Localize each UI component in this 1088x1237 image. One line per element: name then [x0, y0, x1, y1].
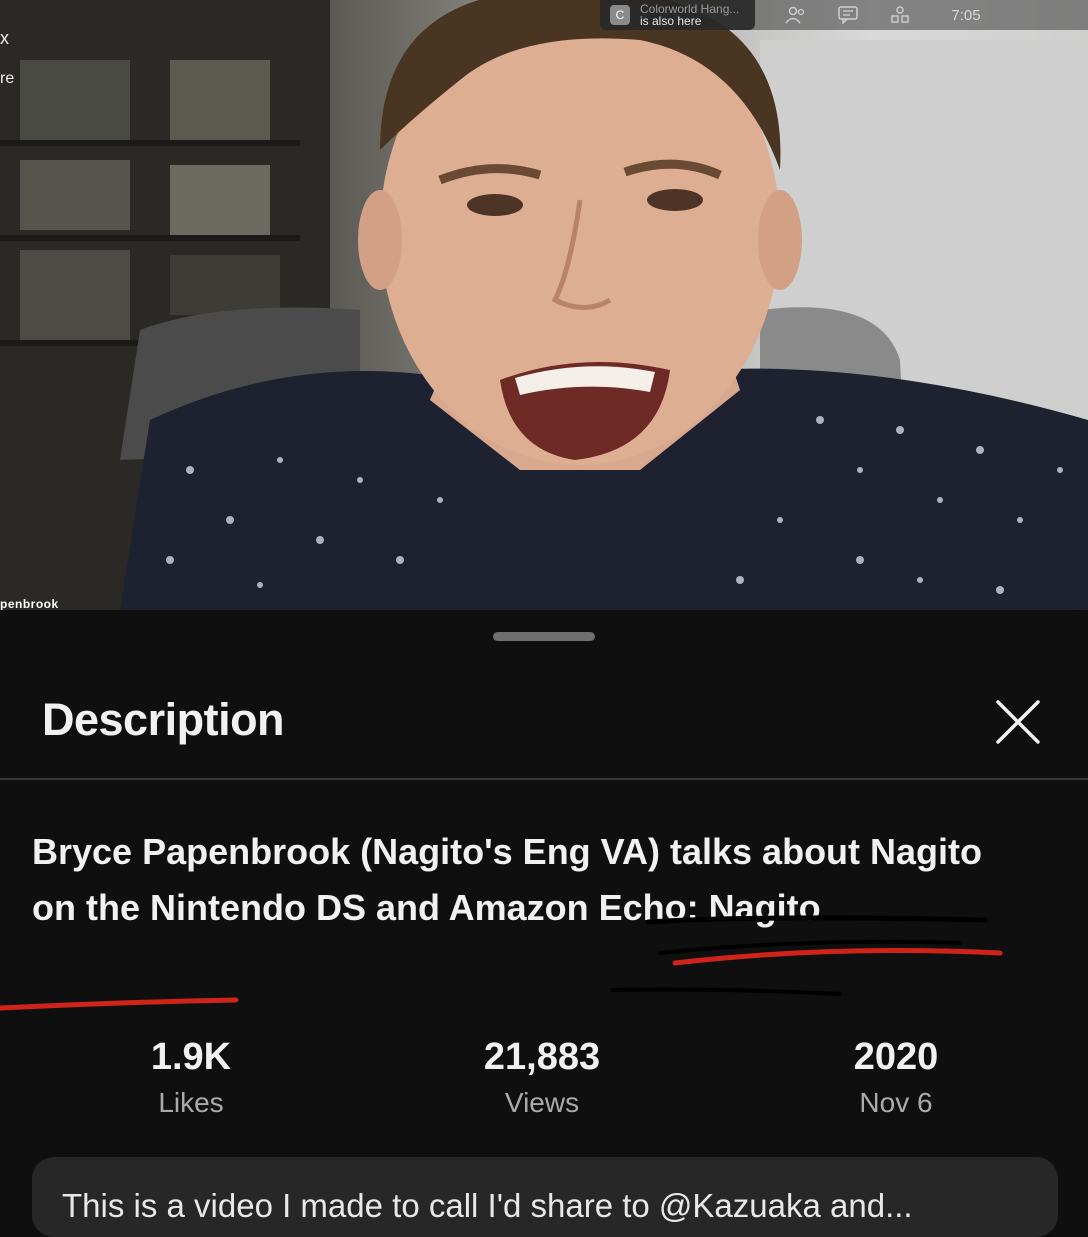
participants-icon[interactable]: [785, 6, 807, 24]
views-count: 21,883: [483, 1036, 601, 1078]
likes-label: Likes: [158, 1087, 224, 1118]
description-body-text: This is a video I made to call I'd share…: [62, 1187, 913, 1224]
meeting-time: 7:05: [951, 6, 981, 24]
publish-date: Nov 6: [859, 1087, 933, 1118]
date-stat: 2020 Nov 6: [776, 1035, 1016, 1123]
likes-count: 1.9K: [150, 1036, 232, 1078]
header-divider: [0, 778, 1088, 780]
participant-name-tag: penbrook: [0, 597, 59, 610]
description-sheet: Description Bryce Papenbrook (Nagito's E…: [0, 610, 1088, 1237]
video-frame: [0, 0, 1088, 610]
meeting-toolbar: C Colorworld Hang... is also here 7:05: [600, 0, 1088, 30]
video-stats: 1.9K Likes 21,883 Views 2020 Nov 6: [0, 1035, 1088, 1125]
participant-avatar: C: [610, 5, 630, 25]
sheet-header: Description: [0, 670, 1088, 778]
partial-label-second: re: [0, 70, 15, 87]
notice-text: is also here: [640, 14, 702, 28]
publish-year: 2020: [853, 1036, 939, 1078]
apps-icon[interactable]: [889, 6, 911, 24]
views-label: Views: [504, 1087, 580, 1118]
views-stat: 21,883 Views: [422, 1035, 662, 1123]
likes-stat: 1.9K Likes: [71, 1035, 311, 1123]
drag-handle[interactable]: [493, 632, 595, 641]
participant-notice: C Colorworld Hang... is also here: [600, 0, 756, 30]
video-title: Bryce Papenbrook (Nagito's Eng VA) talks…: [32, 831, 983, 928]
chat-icon[interactable]: [837, 6, 859, 24]
sheet-title: Description: [42, 694, 285, 745]
video-player[interactable]: x re C Colorworld Hang... is also here 7…: [0, 0, 1088, 610]
close-button[interactable]: [990, 694, 1046, 750]
description-body-card[interactable]: This is a video I made to call I'd share…: [32, 1157, 1058, 1237]
partial-label-top: x: [0, 28, 9, 48]
close-icon: [996, 700, 1040, 744]
